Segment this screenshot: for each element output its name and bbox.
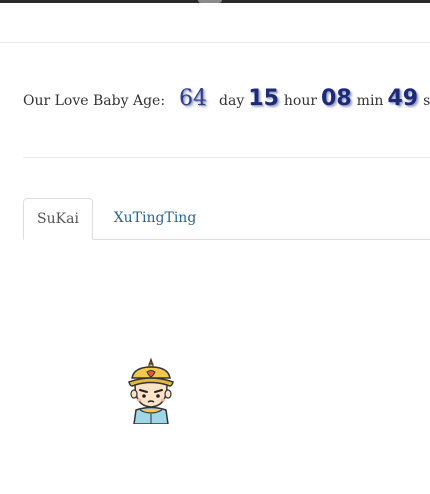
top-edge-notch (198, 0, 222, 3)
hours-unit: hour (283, 93, 318, 109)
tab-xutingting[interactable]: XuTingTing (107, 198, 203, 240)
profile-tabs: SuKai XuTingTing (23, 198, 430, 240)
days-unit: day (219, 93, 245, 109)
section-divider (23, 157, 430, 158)
emperor-cartoon-icon (126, 357, 176, 425)
seconds-value: 49 (387, 86, 419, 111)
tab-sukai[interactable]: SuKai (23, 198, 93, 240)
days-value: 64 (179, 86, 208, 111)
love-age-counter: Our Love Baby Age: 64 day 15 hour 08 min… (23, 86, 430, 120)
hours-value: 15 (248, 86, 279, 111)
counter-label: Our Love Baby Age: (23, 93, 166, 109)
header-divider (0, 42, 430, 43)
minutes-value: 08 (321, 86, 352, 111)
minutes-unit: min (356, 93, 384, 109)
seconds-unit: sec (423, 93, 430, 109)
top-edge-bar (0, 0, 430, 3)
